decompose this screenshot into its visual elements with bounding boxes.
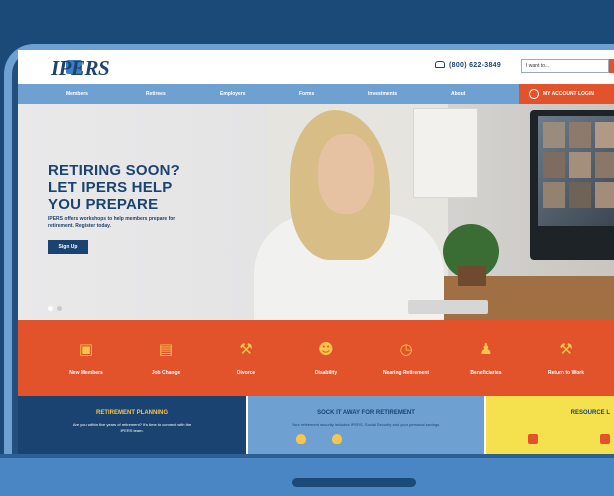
nav-employers[interactable]: Employers — [220, 91, 246, 97]
hero-banner: RETIRING SOON? LET IPERS HELP YOU PREPAR… — [18, 104, 614, 320]
video-tile — [543, 152, 565, 178]
nav-retirees[interactable]: Retirees — [146, 91, 166, 97]
card-resource-library[interactable]: RESOURCE L — [486, 396, 614, 462]
book-icon — [600, 434, 610, 444]
laptop-slot — [292, 478, 416, 487]
video-tile — [569, 122, 591, 148]
hero-photo-keyboard — [408, 300, 488, 314]
card-sock-it-away[interactable]: SOCK IT AWAY FOR RETIREMENT Your retirem… — [248, 396, 484, 462]
tile-label: Return to Work — [547, 370, 585, 376]
video-tile — [543, 122, 565, 148]
carousel-dot[interactable] — [57, 306, 62, 311]
worker-icon: ⚒ — [559, 340, 573, 358]
tile-beneficiaries[interactable]: ♟ Beneficiaries — [446, 320, 526, 396]
tile-return-to-work[interactable]: ⚒ Return to Work — [526, 320, 606, 396]
tile-disability[interactable]: ☻ Disability — [286, 320, 366, 396]
site-header: IPERS (800) 622-3849 I want to... — [18, 50, 614, 84]
tile-label: Divorce — [236, 370, 256, 376]
account-login-button[interactable]: MY ACCOUNT LOGIN — [519, 84, 614, 104]
video-tile — [543, 182, 565, 208]
tile-label: New Members — [69, 370, 103, 376]
card-text: Are you within five years of retirement?… — [72, 422, 192, 433]
search-input[interactable]: I want to... — [521, 59, 609, 73]
website-screen: IPERS (800) 622-3849 I want to... Member… — [18, 50, 614, 462]
phone-number[interactable]: (800) 622-3849 — [435, 61, 501, 69]
ipers-logo[interactable]: IPERS — [51, 56, 110, 81]
video-tile — [595, 182, 614, 208]
tile-label: Disability — [314, 370, 338, 376]
briefcase-icon: ▣ — [78, 340, 94, 358]
people-icon: ♟ — [479, 340, 493, 358]
nav-about[interactable]: About — [451, 91, 465, 97]
tile-new-members[interactable]: ▣ New Members — [46, 320, 126, 396]
laptop-base — [0, 458, 614, 496]
nav-investments[interactable]: Investments — [368, 91, 397, 97]
card-text: Your retirement security includes IPERS,… — [291, 422, 441, 427]
hero-headline-line: YOU PREPARE — [48, 196, 159, 213]
lightbulb-icon — [296, 434, 306, 444]
account-login-label: MY ACCOUNT LOGIN — [543, 91, 594, 97]
lightbulb-icon — [332, 434, 342, 444]
video-tile — [569, 152, 591, 178]
search-button[interactable] — [609, 59, 614, 73]
tile-divorce[interactable]: ⚒ Divorce — [206, 320, 286, 396]
tile-label: Beneficiaries — [470, 370, 502, 376]
hero-photo-person-face — [318, 134, 374, 214]
carousel-dot-active[interactable] — [48, 306, 53, 311]
gavel-icon: ⚒ — [239, 340, 253, 358]
book-icon — [528, 434, 538, 444]
card-title: SOCK IT AWAY FOR RETIREMENT — [317, 410, 415, 416]
nav-members[interactable]: Members — [66, 91, 88, 97]
tile-job-change[interactable]: ▤ Job Change — [126, 320, 206, 396]
video-tile — [595, 152, 614, 178]
video-tile — [569, 182, 591, 208]
document-icon: ▤ — [158, 340, 174, 358]
card-title: RETIREMENT PLANNING — [96, 410, 168, 416]
life-event-tiles: ▣ New Members ▤ Job Change ⚒ Divorce ☻ D… — [18, 320, 614, 396]
hero-headline-line: RETIRING SOON? — [48, 162, 180, 179]
clock-icon: ◷ — [399, 340, 413, 358]
phone-text: (800) 622-3849 — [449, 62, 502, 69]
tile-label: Nearing Retirement — [382, 370, 430, 376]
sign-up-button[interactable]: Sign Up — [48, 240, 88, 254]
person-icon: ☻ — [318, 340, 334, 358]
hero-subtext: IPERS offers workshops to help members p… — [48, 216, 176, 229]
tile-nearing-retirement[interactable]: ◷ Nearing Retirement — [366, 320, 446, 396]
hero-photo-pot — [458, 266, 486, 286]
hero-headline: RETIRING SOON? LET IPERS HELP YOU PREPAR… — [48, 162, 180, 213]
phone-icon — [435, 61, 445, 68]
card-retirement-planning[interactable]: RETIREMENT PLANNING Are you within five … — [18, 396, 246, 462]
tile-label: Job Change — [151, 370, 181, 376]
nav-forms[interactable]: Forms — [299, 91, 314, 97]
hero-photo-frame — [413, 108, 478, 198]
card-title: RESOURCE L — [570, 410, 610, 416]
account-icon — [529, 89, 539, 99]
hero-headline-line: LET IPERS HELP — [48, 179, 173, 196]
video-tile — [595, 122, 614, 148]
